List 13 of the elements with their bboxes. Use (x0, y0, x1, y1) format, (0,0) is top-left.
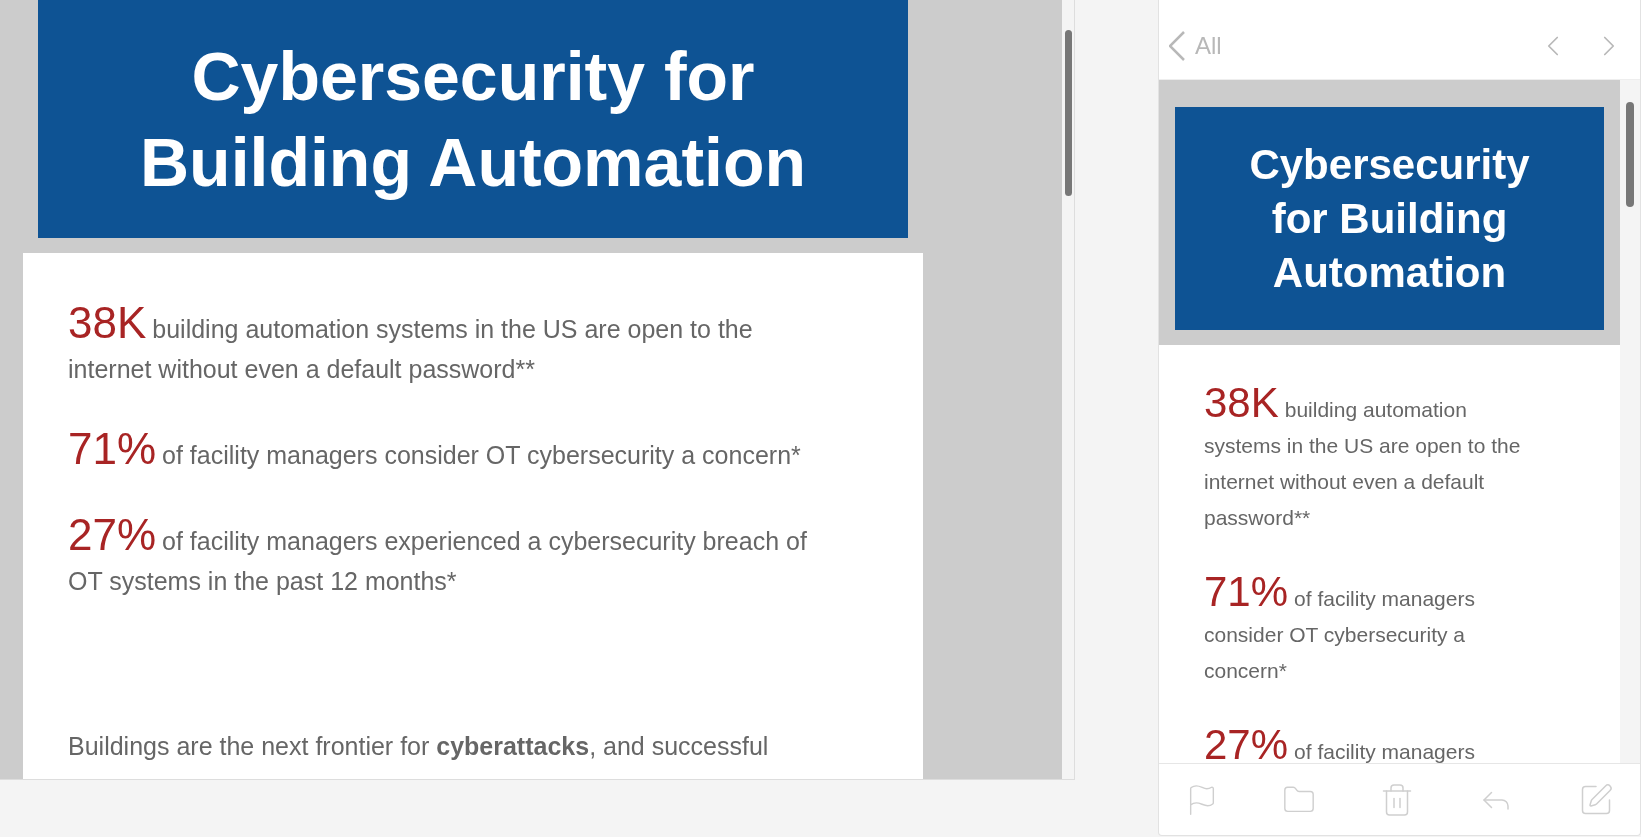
statistic: 71%of facility managers consider OT cybersecurity a concern* (68, 429, 802, 475)
statistic: 27%of facility managers experienced a cybersecurity breach of OT systems in the past 12 months* (68, 515, 808, 597)
statistic: 71%of facility managers consider OT cybersecurity a concern* (1204, 574, 1476, 684)
banner-title: Cybersecurity for Building Automation (139, 37, 807, 202)
chevron-left-icon (1169, 30, 1185, 61)
back-button[interactable]: All (1169, 27, 1222, 64)
banner-title: Cybersecurity for Building Automation (1248, 139, 1531, 298)
statistic: 38K building automation systems in the US are open to the internet without even a default password** (68, 303, 754, 385)
body-paragraph: Buildings are the next frontier for cyberattacks, and successful (68, 731, 770, 762)
statistic: 27%of facility managers (1204, 727, 1476, 763)
scrollbar[interactable] (1062, 0, 1074, 779)
statistic: 38K building automation systems in the US are open to the internet without even a default password** (1204, 385, 1522, 531)
scrollbar[interactable] (1620, 80, 1640, 763)
